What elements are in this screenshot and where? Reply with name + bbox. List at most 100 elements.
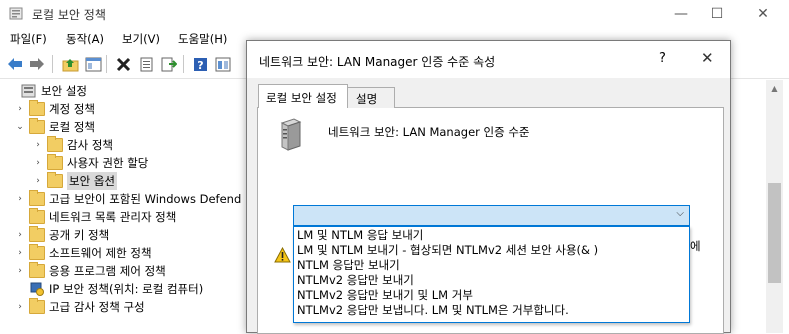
chevron-right-icon[interactable]: › — [14, 104, 26, 114]
back-button[interactable] — [5, 54, 25, 74]
chevron-right-icon[interactable]: › — [14, 266, 26, 276]
folder-icon — [47, 154, 63, 170]
scroll-up-arrow-icon[interactable]: ▲ — [766, 84, 783, 98]
console-tree-icon — [85, 57, 101, 71]
tree-item-ip-security[interactable]: IP 보안 정책(위치: 로컬 컴퓨터) — [14, 280, 203, 298]
delete-icon — [116, 57, 130, 71]
tree-item-label: 사용자 권한 할당 — [67, 156, 149, 170]
dropdown-option[interactable]: LM 및 NTLM 보내기 - 협상되면 NTLMv2 세션 보안 사용(& ) — [296, 243, 687, 258]
dialog-title-bar: 네트워크 보안: LAN Manager 인증 수준 속성 ? ✕ — [247, 41, 730, 78]
chevron-right-icon[interactable]: › — [32, 176, 44, 186]
dropdown-option[interactable]: NTLMv2 응답만 보내기 — [296, 273, 687, 288]
window-title: 로컬 보안 정책 — [32, 8, 106, 22]
folder-icon — [29, 244, 45, 260]
toolbar-separator — [106, 55, 107, 73]
tab-description[interactable]: 설명 — [347, 87, 395, 108]
tree-item-windows-defender-firewall[interactable]: › 고급 보안이 포함된 Windows Defend — [14, 190, 241, 208]
dropdown-option[interactable]: NTLMv2 응답만 보내기 및 LM 거부 — [296, 288, 687, 303]
tree-item-label: 보안 옵션 — [67, 172, 117, 190]
folder-icon — [29, 190, 45, 206]
folder-icon — [47, 136, 63, 152]
folder-icon — [29, 262, 45, 278]
up-level-button[interactable] — [60, 54, 80, 74]
chevron-down-icon: ⌵ — [676, 208, 684, 219]
tree-item-label: 소프트웨어 제한 정책 — [49, 246, 152, 260]
help-icon: ? — [193, 57, 207, 72]
close-button[interactable]: ✕ — [740, 0, 786, 27]
tab-local-security-setting[interactable]: 로컬 보안 설정 — [258, 84, 348, 108]
auth-level-dropdown[interactable]: ⌵ — [293, 205, 690, 226]
tree-item-public-key[interactable]: › 공개 키 정책 — [14, 226, 109, 244]
folder-icon — [47, 172, 63, 188]
tree-item-label: 계정 정책 — [49, 102, 95, 116]
tree-item-label: 고급 감사 정책 구성 — [49, 300, 145, 314]
tree-item-app-control[interactable]: › 응용 프로그램 제어 정책 — [14, 262, 166, 280]
menu-action[interactable]: 동작(A) — [66, 31, 104, 47]
folder-icon — [29, 298, 45, 314]
close-icon: ✕ — [701, 49, 714, 67]
view-button[interactable] — [213, 54, 233, 74]
folder-icon — [29, 226, 45, 242]
tree-item-network-list[interactable]: 네트워크 목록 관리자 정책 — [14, 208, 176, 226]
tree-item-label: 감사 정책 — [67, 138, 113, 152]
menu-file[interactable]: 파일(F) — [10, 31, 47, 47]
dropdown-options-list: LM 및 NTLM 응답 보내기 LM 및 NTLM 보내기 - 협상되면 NT… — [293, 226, 690, 323]
tree-item-audit-policy[interactable]: › 감사 정책 — [32, 136, 113, 154]
back-arrow-icon — [8, 58, 22, 70]
close-icon: ✕ — [757, 5, 769, 22]
tree-item-label: 응용 프로그램 제어 정책 — [49, 264, 166, 278]
export-icon — [161, 57, 177, 71]
console-tree: 보안 설정 › 계정 정책 ⌄ 로컬 정책 › 감사 정책 › 사용자 권한 할… — [0, 80, 247, 333]
toolbar-separator — [52, 55, 53, 73]
security-settings-icon — [21, 84, 36, 98]
dropdown-option[interactable]: NTLMv2 응답만 보냅니다. LM 및 NTLM은 거부합니다. — [296, 303, 687, 318]
chevron-right-icon[interactable]: › — [32, 158, 44, 168]
tree-item-security-options[interactable]: › 보안 옵션 — [32, 172, 117, 190]
tree-item-label: 공개 키 정책 — [49, 228, 110, 242]
chevron-right-icon[interactable]: › — [14, 248, 26, 258]
folder-icon — [29, 208, 45, 224]
chevron-right-icon[interactable]: › — [14, 194, 26, 204]
title-bar: 로컬 보안 정책 — ☐ ✕ — [0, 0, 789, 27]
folder-icon — [29, 100, 45, 116]
tree-item-label: 로컬 정책 — [49, 120, 95, 134]
scrollbar-thumb[interactable] — [768, 183, 781, 283]
chevron-right-icon[interactable]: › — [32, 140, 44, 150]
show-console-tree-button[interactable] — [83, 54, 103, 74]
warning-icon — [274, 247, 291, 263]
view-icon — [215, 57, 231, 71]
menu-view[interactable]: 보기(V) — [122, 31, 160, 47]
chevron-down-icon[interactable]: ⌄ — [14, 122, 26, 132]
dialog-close-button[interactable]: ✕ — [701, 49, 714, 67]
forward-arrow-icon — [30, 58, 44, 70]
help-button[interactable]: ? — [190, 54, 210, 74]
tree-item-user-rights[interactable]: › 사용자 권한 할당 — [32, 154, 148, 172]
folder-open-icon — [29, 118, 45, 134]
dialog-help-button[interactable]: ? — [659, 51, 666, 66]
maximize-button[interactable]: ☐ — [694, 0, 740, 27]
forward-button[interactable] — [27, 54, 47, 74]
shield-policy-icon — [9, 7, 23, 20]
dropdown-option[interactable]: LM 및 NTLM 응답 보내기 — [296, 228, 687, 243]
tree-item-label: 고급 보안이 포함된 Windows Defend — [49, 192, 242, 206]
export-list-button[interactable] — [159, 54, 179, 74]
chevron-right-icon[interactable]: › — [14, 302, 26, 312]
properties-icon — [140, 57, 152, 71]
tree-item-advanced-audit[interactable]: › 고급 감사 정책 구성 — [14, 298, 145, 316]
chevron-right-icon[interactable]: › — [14, 230, 26, 240]
tree-item-local-policy[interactable]: ⌄ 로컬 정책 — [14, 118, 95, 136]
dialog-title: 네트워크 보안: LAN Manager 인증 수준 속성 — [259, 55, 496, 69]
tree-item-software-restriction[interactable]: › 소프트웨어 제한 정책 — [14, 244, 152, 262]
server-icon — [280, 118, 302, 151]
tree-item-label: IP 보안 정책(위치: 로컬 컴퓨터) — [49, 282, 204, 296]
tree-item-account-policy[interactable]: › 계정 정책 — [14, 100, 95, 118]
dropdown-option[interactable]: NTLM 응답만 보내기 — [296, 258, 687, 273]
up-folder-icon — [62, 58, 78, 71]
ip-security-icon — [30, 282, 44, 296]
tree-item-label: 네트워크 목록 관리자 정책 — [49, 210, 177, 224]
menu-help[interactable]: 도움말(H) — [178, 31, 227, 47]
toolbar-separator — [183, 55, 184, 73]
properties-button[interactable] — [136, 54, 156, 74]
tree-item-security-settings[interactable]: 보안 설정 — [6, 82, 87, 100]
delete-button[interactable] — [113, 54, 133, 74]
